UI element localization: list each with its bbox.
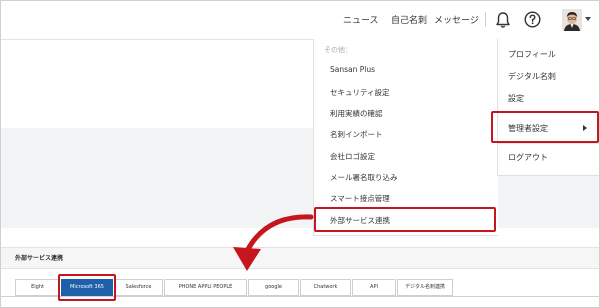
menu-item-digital-card[interactable]: デジタル名刺: [508, 71, 556, 82]
submenu-item-card-import[interactable]: 名刺インポート: [330, 129, 383, 140]
highlight-admin-settings: [491, 111, 599, 143]
nav-news-link[interactable]: ニュース: [343, 13, 379, 26]
tab-eight[interactable]: Eight: [15, 279, 60, 296]
submenu-item-smart-contact-management[interactable]: スマート接点管理: [330, 193, 390, 204]
highlight-external-service: [314, 207, 496, 232]
bell-icon[interactable]: [495, 11, 511, 29]
curved-arrow-icon: [233, 214, 314, 271]
submenu-item-company-logo[interactable]: 会社ロゴ設定: [330, 151, 375, 162]
header-divider: [485, 12, 486, 27]
tab-salesforce[interactable]: Salesforce: [114, 279, 163, 296]
menu-item-profile[interactable]: プロフィール: [508, 49, 556, 60]
tab-api[interactable]: API: [352, 279, 396, 296]
top-header: ニュース 自己名刺 メッセージ: [1, 1, 599, 40]
chevron-down-icon[interactable]: [585, 17, 591, 22]
highlight-microsoft-365-tab: [58, 274, 116, 301]
nav-message-link[interactable]: メッセージ: [434, 13, 479, 26]
submenu-item-sansan-plus[interactable]: Sansan Plus: [330, 65, 375, 74]
tab-digital-card-link[interactable]: デジタル名刺連携: [397, 279, 453, 296]
app-window: ニュース 自己名刺 メッセージ 外部サービス連携 Eight Microsoft…: [0, 0, 600, 308]
submenu-heading: その他：: [324, 46, 352, 54]
menu-item-settings[interactable]: 設定: [508, 93, 524, 104]
avatar[interactable]: [562, 9, 582, 31]
help-icon[interactable]: [524, 11, 541, 28]
tab-chatwork[interactable]: Chatwork: [300, 279, 351, 296]
submenu-item-security-settings[interactable]: セキュリティ設定: [330, 87, 390, 98]
tab-google[interactable]: google: [248, 279, 299, 296]
menu-item-logout[interactable]: ログアウト: [508, 152, 548, 163]
user-dropdown-menu: プロフィール デジタル名刺 設定 管理者設定 ログアウト: [497, 39, 599, 176]
menu-divider: [498, 143, 599, 144]
nav-my-card-link[interactable]: 自己名刺: [391, 13, 427, 26]
submenu-item-email-signature-import[interactable]: メール署名取り込み: [330, 172, 398, 183]
section-title: 外部サービス連携: [15, 255, 64, 262]
submenu-item-usage-report[interactable]: 利用実績の確認: [330, 108, 383, 119]
tab-phone-appli-people[interactable]: PHONE APPLI PEOPLE: [164, 279, 247, 296]
